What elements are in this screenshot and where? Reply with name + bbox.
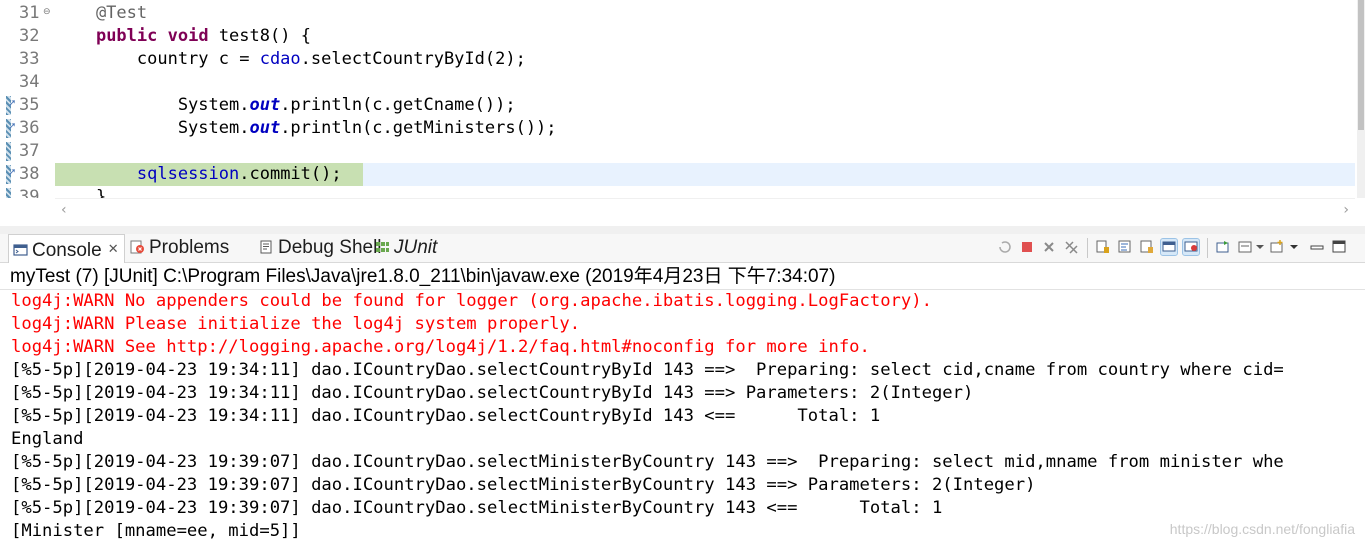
code-text: public void test8() { <box>95 26 311 46</box>
close-icon[interactable]: ✕ <box>108 241 119 256</box>
code-text: country c = cdao.selectCountryById(2); <box>55 49 526 69</box>
code-text: } <box>55 187 107 198</box>
code-line[interactable]: ➚ 36 System.out.println(c.getMinisters()… <box>0 117 1357 140</box>
pin-console-icon[interactable] <box>1182 238 1200 256</box>
console-line[interactable]: [%5-5p][2019-04-23 19:34:11] dao.ICountr… <box>11 359 1284 382</box>
word-wrap-icon[interactable] <box>1117 239 1133 255</box>
display-selected-console-icon[interactable] <box>1215 239 1231 255</box>
code-line[interactable]: 32 public void test8() { <box>0 25 1357 48</box>
console-icon <box>13 244 28 256</box>
fold-collapse-icon[interactable]: ⊖ <box>43 8 52 17</box>
console-line[interactable]: [Minister [mname=ee, mid=5]] <box>11 520 301 543</box>
console-line[interactable]: [%5-5p][2019-04-23 19:39:07] dao.ICountr… <box>11 497 942 520</box>
code-editor[interactable]: 31 ⊖ @Test 32 public void test8() { 33 c… <box>0 0 1365 198</box>
vertical-scrollbar[interactable] <box>1357 0 1365 198</box>
scrollbar-thumb[interactable] <box>1358 0 1364 130</box>
line-number: 31 <box>19 3 40 23</box>
minimize-icon[interactable] <box>1309 239 1325 255</box>
open-console-icon[interactable] <box>1237 239 1253 255</box>
console-line[interactable]: [%5-5p][2019-04-23 19:34:11] dao.ICountr… <box>11 405 880 428</box>
console-line[interactable]: [%5-5p][2019-04-23 19:39:07] dao.ICountr… <box>11 474 1035 497</box>
show-on-stdout-icon[interactable] <box>1139 239 1155 255</box>
console-line[interactable]: [%5-5p][2019-04-23 19:39:07] dao.ICountr… <box>11 451 1284 474</box>
problems-icon <box>130 240 144 254</box>
remove-all-terminated-icon[interactable] <box>1041 239 1057 255</box>
code-line[interactable]: 31 ⊖ @Test <box>0 2 1357 25</box>
code-line[interactable]: 33 country c = cdao.selectCountryById(2)… <box>0 48 1357 71</box>
line-number: 33 <box>19 49 40 69</box>
watermark: https://blog.csdn.net/fongliafia <box>1169 521 1355 537</box>
code-line[interactable]: 34 <box>0 71 1357 94</box>
line-number: 37 <box>19 141 40 161</box>
terminate-icon[interactable] <box>1019 239 1035 255</box>
line-number: 34 <box>19 72 40 92</box>
tab-label: Problems <box>149 237 230 258</box>
code-line[interactable]: 37 <box>0 140 1357 163</box>
toolbar-separator <box>1207 238 1208 258</box>
tab-debug-shell[interactable]: Debug Shell <box>259 234 382 262</box>
code-line[interactable]: ➚ 35 System.out.println(c.getCname()); <box>0 94 1357 117</box>
occurrence-marker-icon <box>6 188 11 198</box>
line-number: 38 <box>19 164 40 184</box>
chevron-down-icon[interactable] <box>1255 239 1265 255</box>
code-text: System.out.println(c.getMinisters()); <box>55 118 557 138</box>
line-number: 32 <box>19 26 40 46</box>
console-line[interactable]: England <box>11 428 83 451</box>
tab-problems[interactable]: Problems <box>130 234 229 262</box>
tab-label: Debug Shell <box>278 237 382 258</box>
scroll-left-icon[interactable]: ‹ <box>61 202 67 218</box>
override-arrow-icon: ➚ <box>8 98 17 109</box>
horizontal-scrollbar[interactable]: ‹ › <box>55 198 1355 223</box>
scroll-lock-icon[interactable] <box>1095 239 1111 255</box>
console-process-description: myTest (7) [JUnit] C:\Program Files\Java… <box>10 266 836 287</box>
current-code-line[interactable]: ➚ 38 sqlsession.commit(); <box>0 163 1357 186</box>
console-output[interactable]: log4j:WARN No appenders could be found f… <box>0 289 1365 543</box>
tab-junit[interactable]: JUnit <box>375 234 437 262</box>
console-line[interactable]: log4j:WARN See http://logging.apache.org… <box>11 336 870 359</box>
maximize-icon[interactable] <box>1331 239 1347 255</box>
chevron-down-icon[interactable] <box>1289 239 1299 255</box>
occurrence-marker-icon <box>6 142 11 161</box>
override-arrow-icon: ➚ <box>8 167 17 178</box>
console-view-tabbar: Console ✕ Problems Debug Shell JUnit <box>0 234 1365 263</box>
remove-all-icon[interactable] <box>1063 239 1079 255</box>
remove-launch-icon[interactable] <box>997 239 1013 255</box>
override-arrow-icon: ➚ <box>8 121 17 132</box>
view-separator[interactable] <box>0 226 1365 234</box>
tab-label: Console <box>32 240 102 261</box>
console-toolbar <box>997 237 1357 259</box>
tab-console[interactable]: Console ✕ <box>8 234 125 263</box>
tab-label: JUnit <box>394 237 438 258</box>
code-text: @Test <box>55 3 148 23</box>
new-console-icon[interactable] <box>1269 239 1285 255</box>
line-number: 39 <box>19 187 40 198</box>
show-on-stderr-icon[interactable] <box>1160 238 1178 256</box>
code-line[interactable]: 39 } <box>0 186 1357 198</box>
console-line[interactable]: log4j:WARN Please initialize the log4j s… <box>11 313 580 336</box>
junit-icon <box>376 242 389 252</box>
debug-shell-icon <box>260 240 272 254</box>
line-number: 35 <box>19 95 40 115</box>
toolbar-separator <box>1087 238 1088 258</box>
code-text: System.out.println(c.getCname()); <box>55 95 516 115</box>
console-line[interactable]: [%5-5p][2019-04-23 19:34:11] dao.ICountr… <box>11 382 973 405</box>
scroll-right-icon[interactable]: › <box>1343 202 1349 218</box>
code-text: sqlsession.commit(); <box>136 164 342 184</box>
console-line[interactable]: log4j:WARN No appenders could be found f… <box>11 290 932 313</box>
line-number: 36 <box>19 118 40 138</box>
